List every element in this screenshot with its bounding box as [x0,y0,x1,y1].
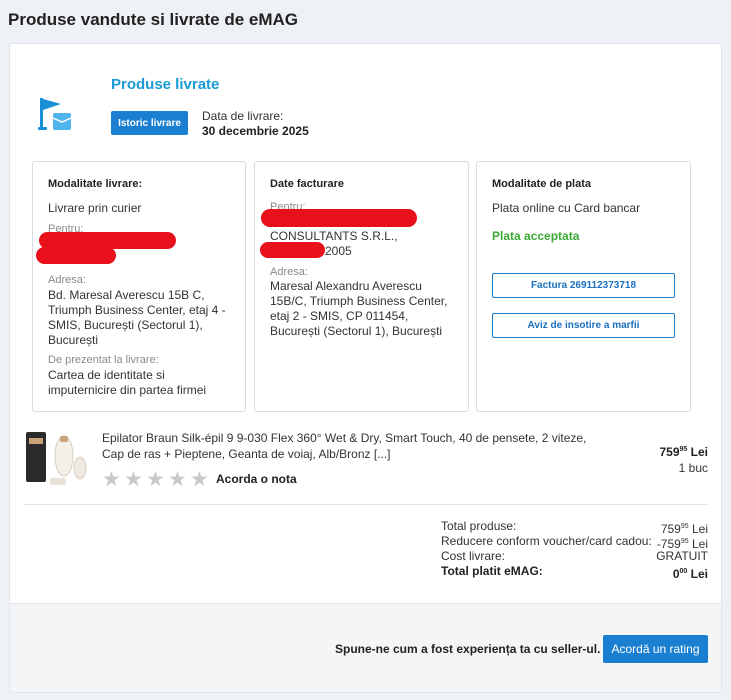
star-icon[interactable]: ★ [168,469,189,490]
present-value: Cartea de identitate si imputernicire di… [48,368,207,397]
payment-method: Plata online cu Card bancar [492,201,641,215]
payment-heading: Modalitate de plata [492,178,592,190]
billing-address-label: Adresa: [270,266,308,278]
product-quantity: 1 buc [678,461,708,475]
rating-stars[interactable]: ★ ★ ★ ★ ★ [102,469,211,490]
delivery-date-label: Data de livrare: [202,109,284,123]
star-icon[interactable]: ★ [102,469,123,490]
rate-seller-button[interactable]: Acordă un rating [603,635,708,663]
star-icon[interactable]: ★ [146,469,167,490]
star-icon[interactable]: ★ [124,469,145,490]
section-title: Produse livrate [111,76,220,93]
present-label: De prezentat la livrare: [48,354,159,366]
rate-product-link[interactable]: Acorda o nota [216,472,297,486]
billing-info-box: Date facturare Pentru: CONSULTANTS S.R.L… [254,161,469,412]
discount-row: Reducere conform voucher/card cadou: -75… [441,534,708,551]
payment-status: Plata acceptata [492,229,580,243]
seller-feedback-footer: Spune-ne cum a fost experiența ta cu sel… [10,603,721,692]
total-paid-row: Total platit eMAG: 000 Lei [441,564,708,581]
delivery-address-label: Adresa: [48,274,86,286]
product-image[interactable] [24,428,88,488]
product-name-link[interactable]: Epilator Braun Silk-épil 9 9-030 Flex 36… [102,430,587,462]
delivery-flag-icon [38,98,72,130]
delivery-address: Bd. Maresal Averescu 15B C, Triumph Busi… [48,288,226,347]
invoice-button[interactable]: Factura 269112373718 [492,273,675,298]
total-products-row: Total produse: 75995 Lei [441,519,708,536]
redacted-recipient-phone [36,247,116,264]
delivery-date-value: 30 decembrie 2025 [202,124,309,138]
redacted-billing-name [261,209,417,227]
delivery-method: Livrare prin curier [48,201,142,215]
billing-code-suffix: 2005 [325,244,352,258]
payment-info-box: Modalitate de plata Plata online cu Card… [476,161,691,412]
product-price: 75995 Lei [659,445,708,459]
delivery-info-box: Modalitate livrare: Livrare prin curier … [32,161,246,412]
shipping-notice-button[interactable]: Aviz de insotire a marfii [492,313,675,338]
divider [24,504,708,505]
delivery-history-button[interactable]: Istoric livrare [111,111,188,135]
page-title: Produse vandute si livrate de eMAG [8,10,299,29]
redacted-billing-code [260,242,325,258]
order-totals: Total produse: 75995 Lei Reducere confor… [441,519,708,581]
order-card: Produse livrate Istoric livrare Data de … [9,43,722,693]
delivery-heading: Modalitate livrare: [48,178,143,190]
billing-heading: Date facturare [270,178,344,190]
billing-address: Maresal Alexandru Averescu 15B/C, Triump… [270,279,448,338]
shipping-cost-row: Cost livrare: GRATUIT [441,549,708,563]
star-icon[interactable]: ★ [190,469,211,490]
seller-feedback-prompt: Spune-ne cum a fost experiența ta cu sel… [335,642,601,656]
